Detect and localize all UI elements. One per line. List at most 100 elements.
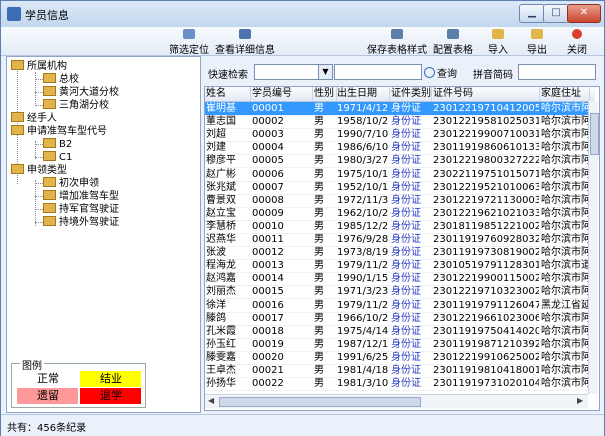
column-header[interactable]: 姓名 xyxy=(205,87,251,101)
table-row[interactable]: 刘超 00003 男 1990/7/10 身份证 23012219900710031X 哈尔… xyxy=(205,128,589,143)
tree-node-org[interactable]: 所属机构 xyxy=(11,60,67,72)
table-cell: 张兆斌 xyxy=(206,181,236,193)
scroll-right-icon[interactable]: ▶ xyxy=(577,396,583,405)
table-row[interactable]: 穆彦平 00005 男 1980/3/27 身份证 230122198003272226 哈… xyxy=(205,154,589,169)
minimize-button[interactable]: ▁ xyxy=(519,4,545,23)
table-cell: 1979/11/26 xyxy=(337,299,389,311)
search-input[interactable] xyxy=(334,64,422,80)
table-row[interactable]: 李慧桥 00010 男 1985/12/21 身份证 230181198512210021… xyxy=(205,220,589,234)
column-header[interactable]: 性别 xyxy=(313,87,337,101)
table-cell: 1979/11/28 xyxy=(337,260,389,272)
table-cell: 哈尔滨市道外 xyxy=(541,260,589,272)
column-header[interactable]: 证件号码 xyxy=(432,87,540,101)
tree-node-handler[interactable]: 经手人 xyxy=(11,112,57,124)
table-row[interactable]: 程海龙 00013 男 1979/11/28 身份证 230105197911283016… xyxy=(205,259,589,274)
table-row[interactable]: 迟燕华 00011 男 1976/9/28 身份证 230119197609280322 哈… xyxy=(205,233,589,247)
table-cell: 00005 xyxy=(252,155,284,167)
table-cell: 男 xyxy=(314,220,324,232)
table-cell: 身份证 xyxy=(391,155,421,167)
table-row[interactable]: 王卓杰 00021 男 1981/4/18 身份证 230119198104180013 哈… xyxy=(205,364,589,378)
table-row[interactable]: 徐洋 00016 男 1979/11/26 身份证 23011919791126047X 黑… xyxy=(205,299,589,313)
column-header[interactable]: 出生日期 xyxy=(336,87,390,101)
table-cell: 男 xyxy=(314,234,324,245)
scroll-left-icon[interactable]: ◀ xyxy=(208,396,214,405)
maximize-button[interactable]: □ xyxy=(543,4,569,23)
table-cell: 男 xyxy=(314,378,324,390)
query-button[interactable]: 查询 xyxy=(424,65,457,80)
tree-node-first[interactable]: 初次申领 xyxy=(43,177,99,189)
table-cell: 身份证 xyxy=(391,325,421,337)
save-table-style-button[interactable]: 保存表格样式 xyxy=(366,28,428,56)
legend-dropped: 退学 xyxy=(80,388,141,404)
view-details-button[interactable]: 查看详细信息 xyxy=(214,28,276,56)
tree-node-c1[interactable]: C1 xyxy=(43,151,72,163)
table-row[interactable]: 董志国 00002 男 1958/10/25 身份证 230122195810250319… xyxy=(205,115,589,130)
table-cell: 董志国 xyxy=(206,116,236,128)
table-row[interactable]: 滕鸽 00017 男 1966/10/23 身份证 23012219661023006X 哈… xyxy=(205,312,589,326)
export-button[interactable]: 导出 xyxy=(525,28,549,56)
table-row[interactable]: 张兆斌 00007 男 1952/10/10 身份证 230122195210100632… xyxy=(205,181,589,195)
table-row[interactable]: 崔明基 00001 男 1971/4/12 身份证 230122197104120057 哈… xyxy=(205,102,589,116)
table-cell: 00008 xyxy=(252,194,284,206)
table-cell: 身份证 xyxy=(391,207,421,219)
vertical-scrollbar[interactable] xyxy=(588,101,599,394)
tree-node-apply-code[interactable]: 申请准驾车型代号 xyxy=(11,125,107,137)
table-cell: 00020 xyxy=(252,351,284,363)
column-header[interactable]: 学员编号 xyxy=(251,87,313,101)
table-row[interactable]: 孙扬华 00022 男 1981/3/10 身份证 230119197310201044 哈… xyxy=(205,377,589,392)
table-cell: 1952/10/10 xyxy=(337,181,389,193)
table-row[interactable]: 赵广彬 00006 男 1975/10/15 身份证 230221197510150711… xyxy=(205,168,589,182)
tree-node-huanghe[interactable]: 黄河大道分校 xyxy=(43,86,119,98)
table-row[interactable]: 孙玉红 00019 男 1987/12/10 身份证 230119198712103927… xyxy=(205,338,589,352)
table-cell: 1966/10/23 xyxy=(337,312,389,324)
search-field-select[interactable]: ▼ xyxy=(254,64,333,80)
save-style-icon xyxy=(391,29,403,39)
table-cell: 哈尔滨市阿城 xyxy=(541,168,589,180)
close-button[interactable]: 关闭 xyxy=(565,28,589,56)
column-header[interactable]: 证件类别 xyxy=(390,87,432,101)
table-cell: 身份证 xyxy=(391,338,421,350)
table-cell: 男 xyxy=(314,194,324,206)
folder-icon xyxy=(43,151,56,161)
horizontal-scrollbar[interactable]: ◀ ▶ xyxy=(205,394,588,408)
chevron-down-icon[interactable]: ▼ xyxy=(318,65,332,79)
tree-node-military[interactable]: 持军官驾驶证 xyxy=(43,203,119,215)
pinyin-input[interactable] xyxy=(518,64,596,80)
scroll-thumb[interactable] xyxy=(590,113,599,155)
table-cell: 李慧桥 xyxy=(206,220,236,232)
table-cell: 230119198104180013 xyxy=(433,365,539,376)
close-window-button[interactable]: ✕ xyxy=(567,4,601,23)
table-cell: 男 xyxy=(314,181,324,193)
import-button[interactable]: 导入 xyxy=(486,28,510,56)
table-cell: 身份证 xyxy=(391,247,421,259)
table-row[interactable]: 刘丽杰 00015 男 1971/3/23 身份证 23012219710323002? 哈… xyxy=(205,285,589,300)
tree-node-zong[interactable]: 总校 xyxy=(43,73,79,85)
tree-node-b2[interactable]: B2 xyxy=(43,138,72,150)
table-row[interactable]: 张波 00012 男 1973/8/19 身份证 230119197308190024 哈尔… xyxy=(205,246,589,261)
tree-node-foreign[interactable]: 持境外驾驶证 xyxy=(43,216,119,228)
table-cell: 男 xyxy=(314,273,324,285)
table-cell: 哈尔滨市阿城 xyxy=(541,286,589,298)
table-row[interactable]: 孔米霞 00018 男 1975/4/14 身份证 230119197504140207 哈… xyxy=(205,325,589,339)
filter-button[interactable]: 筛选定位 xyxy=(169,28,209,56)
folder-icon xyxy=(43,203,56,213)
table-row[interactable]: 滕雯嘉 00020 男 1991/6/25 身份证 230122199106250022 哈… xyxy=(205,351,589,365)
table-cell: 身份证 xyxy=(391,260,421,272)
table-cell: 00002 xyxy=(252,116,284,128)
scroll-thumb[interactable] xyxy=(219,397,421,407)
table-row[interactable]: 赵鸿嘉 00014 男 1990/1/15 身份证 230122199001150025 哈… xyxy=(205,272,589,287)
table-row[interactable]: 曹景双 00008 男 1972/11/30 身份证 230122197211300037… xyxy=(205,194,589,208)
tree-node-apply-type[interactable]: 申领类型 xyxy=(11,164,67,176)
table-cell: 刘超 xyxy=(206,129,226,141)
table-cell: 00007 xyxy=(252,181,284,193)
column-header[interactable]: 家庭住址 xyxy=(540,87,590,101)
tree-node-add[interactable]: 增加准驾车型 xyxy=(43,190,119,202)
table-cell: 230119197310201044 xyxy=(433,378,539,390)
table-row[interactable]: 赵立宝 00009 男 1962/10/21 身份证 230122196210210334… xyxy=(205,207,589,221)
table-cell: 哈尔滨市阿城 xyxy=(541,103,589,114)
tree-node-sanjiao[interactable]: 三角湖分校 xyxy=(43,99,109,111)
config-table-button[interactable]: 配置表格 xyxy=(433,28,473,56)
table-cell: 哈尔滨市阿城 xyxy=(541,247,589,259)
tree-line xyxy=(35,183,43,184)
table-row[interactable]: 刘建 00004 男 1986/6/10 身份证 230119198606101338 哈尔… xyxy=(205,141,589,156)
